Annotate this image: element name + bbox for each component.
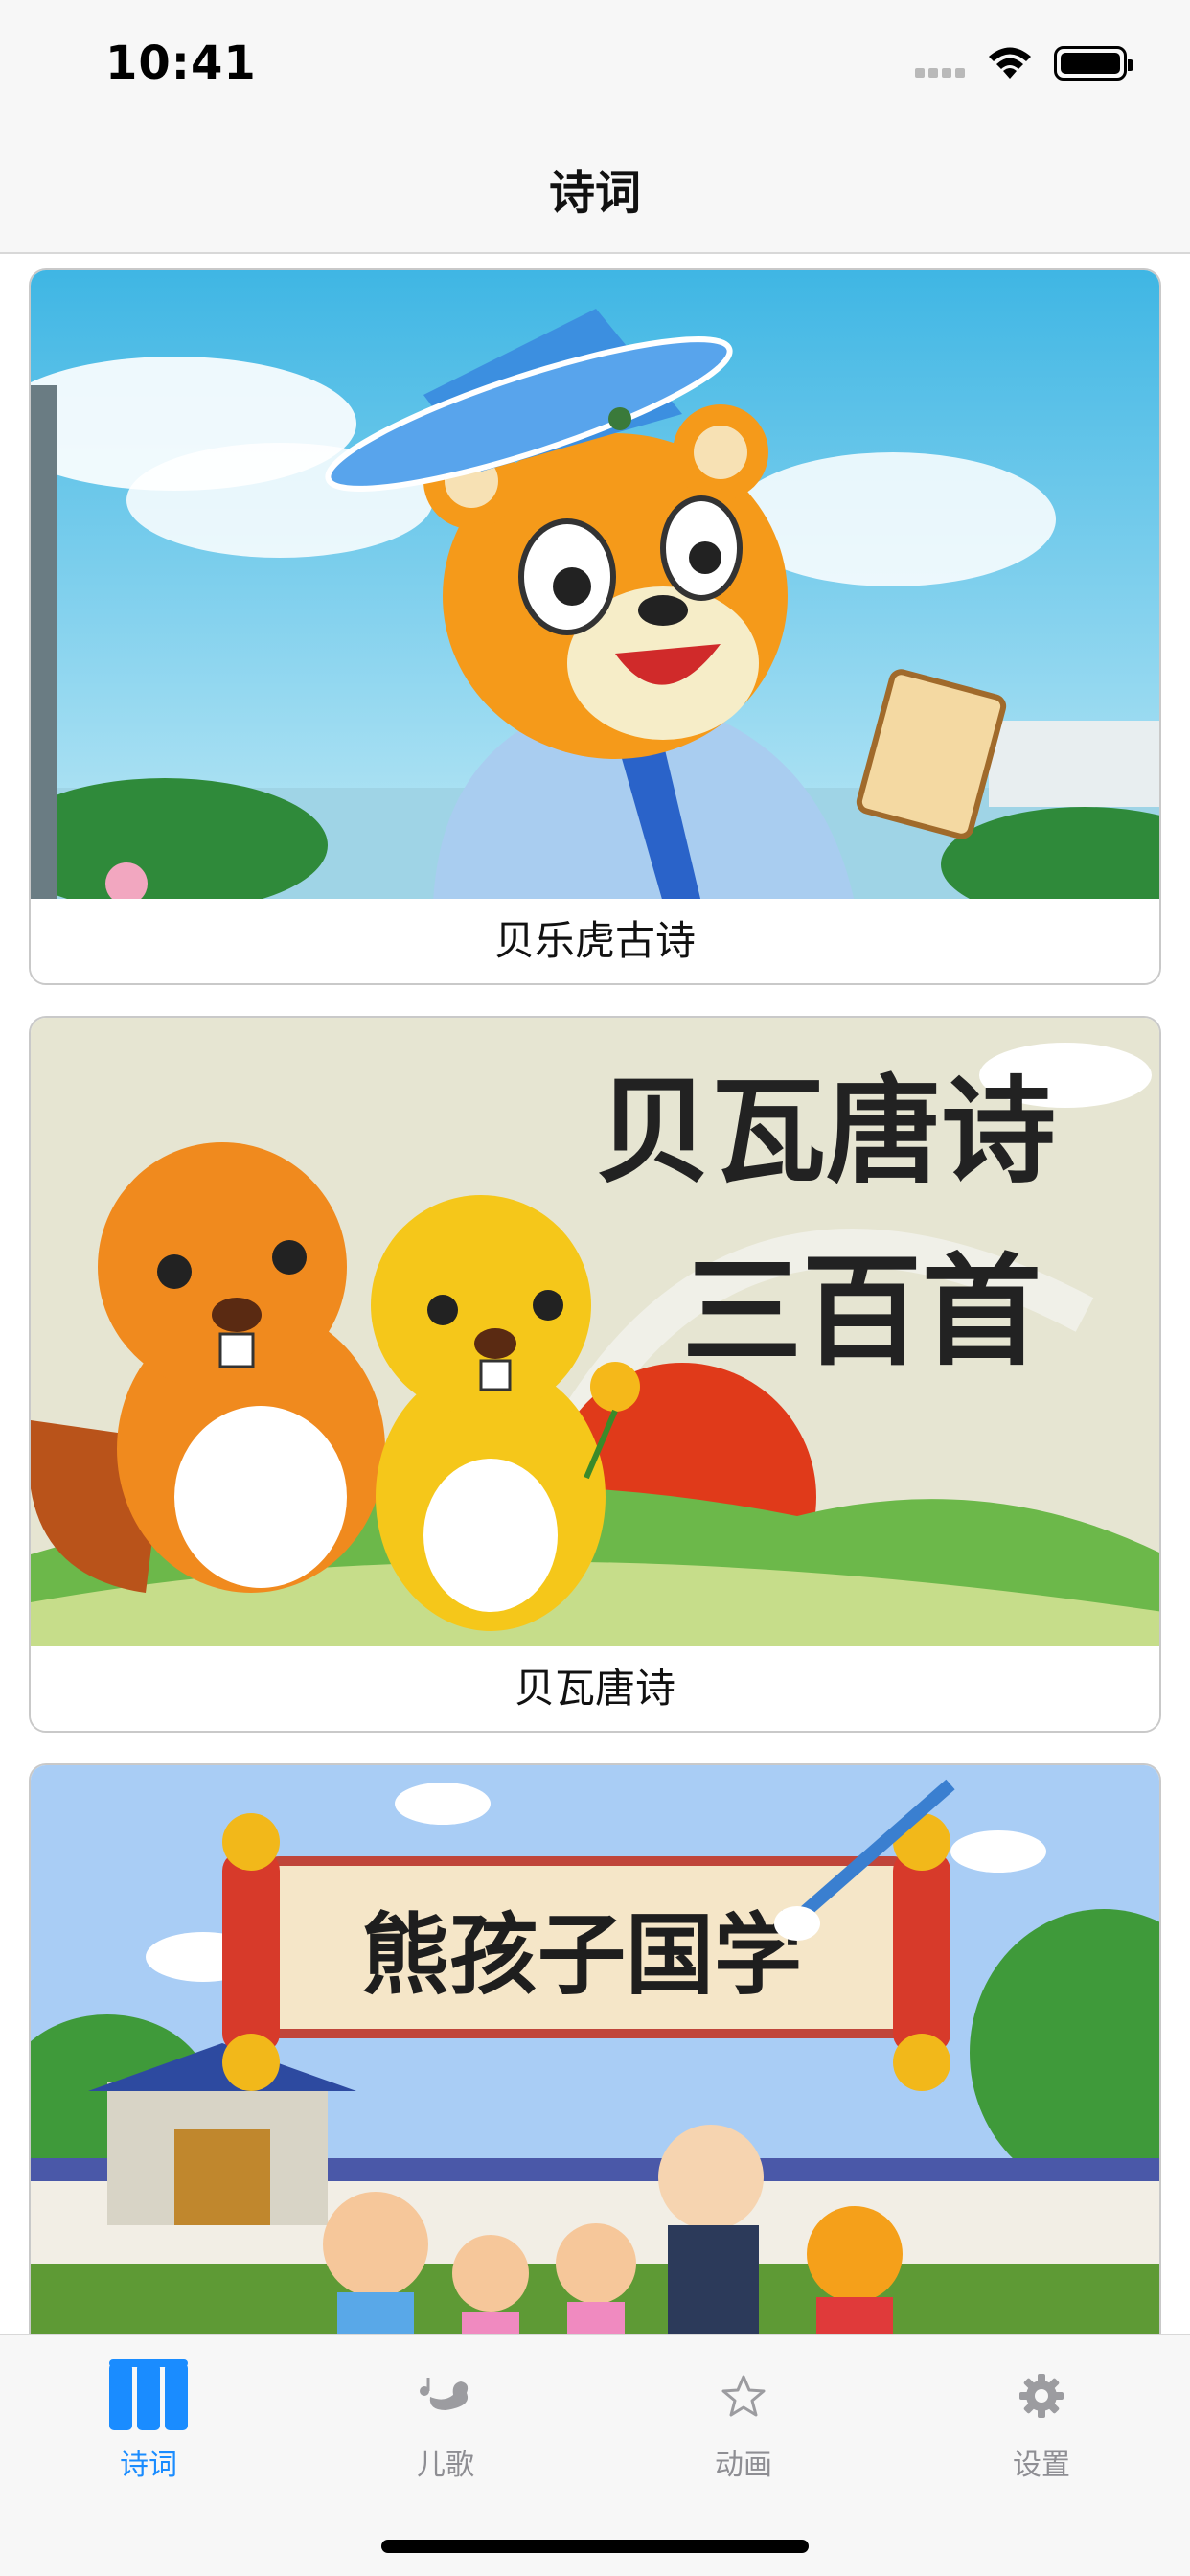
navigation-bar: 诗词 bbox=[0, 127, 1190, 254]
music-duck-icon bbox=[335, 2353, 556, 2439]
cellular-signal-icon bbox=[915, 63, 971, 79]
gear-icon bbox=[931, 2353, 1152, 2439]
tab-songs[interactable]: 儿歌 bbox=[335, 2335, 556, 2489]
tab-label: 动画 bbox=[715, 2449, 772, 2482]
star-icon bbox=[633, 2353, 854, 2439]
battery-icon bbox=[1054, 46, 1133, 80]
book-icon bbox=[38, 2353, 259, 2439]
tab-label: 设置 bbox=[1013, 2449, 1070, 2482]
tab-animation[interactable]: 动画 bbox=[633, 2335, 854, 2489]
poetry-card-beilehu[interactable]: 贝乐虎古诗 bbox=[29, 268, 1161, 985]
tab-label: 诗词 bbox=[120, 2449, 177, 2482]
image-banner-text: 熊孩子国学 bbox=[361, 1904, 802, 2007]
tab-poetry[interactable]: 诗词 bbox=[38, 2335, 259, 2489]
wifi-icon bbox=[985, 44, 1035, 86]
status-bar: 10:41 bbox=[0, 0, 1190, 127]
image-title-line2: 三百首 bbox=[682, 1243, 1041, 1382]
card-image-guoxue: 熊孩子国学 bbox=[31, 1765, 1159, 2334]
poetry-list[interactable]: 贝乐虎古诗 贝瓦唐诗 三百首 贝瓦唐诗 熊孩子国学 bbox=[0, 254, 1190, 2334]
card-image-tiger-poet bbox=[31, 270, 1159, 903]
poetry-card-beiwa[interactable]: 贝瓦唐诗 三百首 贝瓦唐诗 bbox=[29, 1016, 1161, 1733]
home-indicator[interactable] bbox=[381, 2540, 809, 2553]
card-image-beaver-tang-poems: 贝瓦唐诗 三百首 bbox=[31, 1018, 1159, 1650]
card-title: 贝乐虎古诗 bbox=[31, 899, 1159, 983]
poetry-card-xionghaizi[interactable]: 熊孩子国学 bbox=[29, 1763, 1161, 2334]
card-title: 贝瓦唐诗 bbox=[31, 1646, 1159, 1731]
tab-label: 儿歌 bbox=[417, 2449, 474, 2482]
image-title-line1: 贝瓦唐诗 bbox=[596, 1066, 1056, 1199]
tab-settings[interactable]: 设置 bbox=[931, 2335, 1152, 2489]
status-time: 10:41 bbox=[105, 36, 257, 90]
page-title: 诗词 bbox=[548, 166, 641, 219]
